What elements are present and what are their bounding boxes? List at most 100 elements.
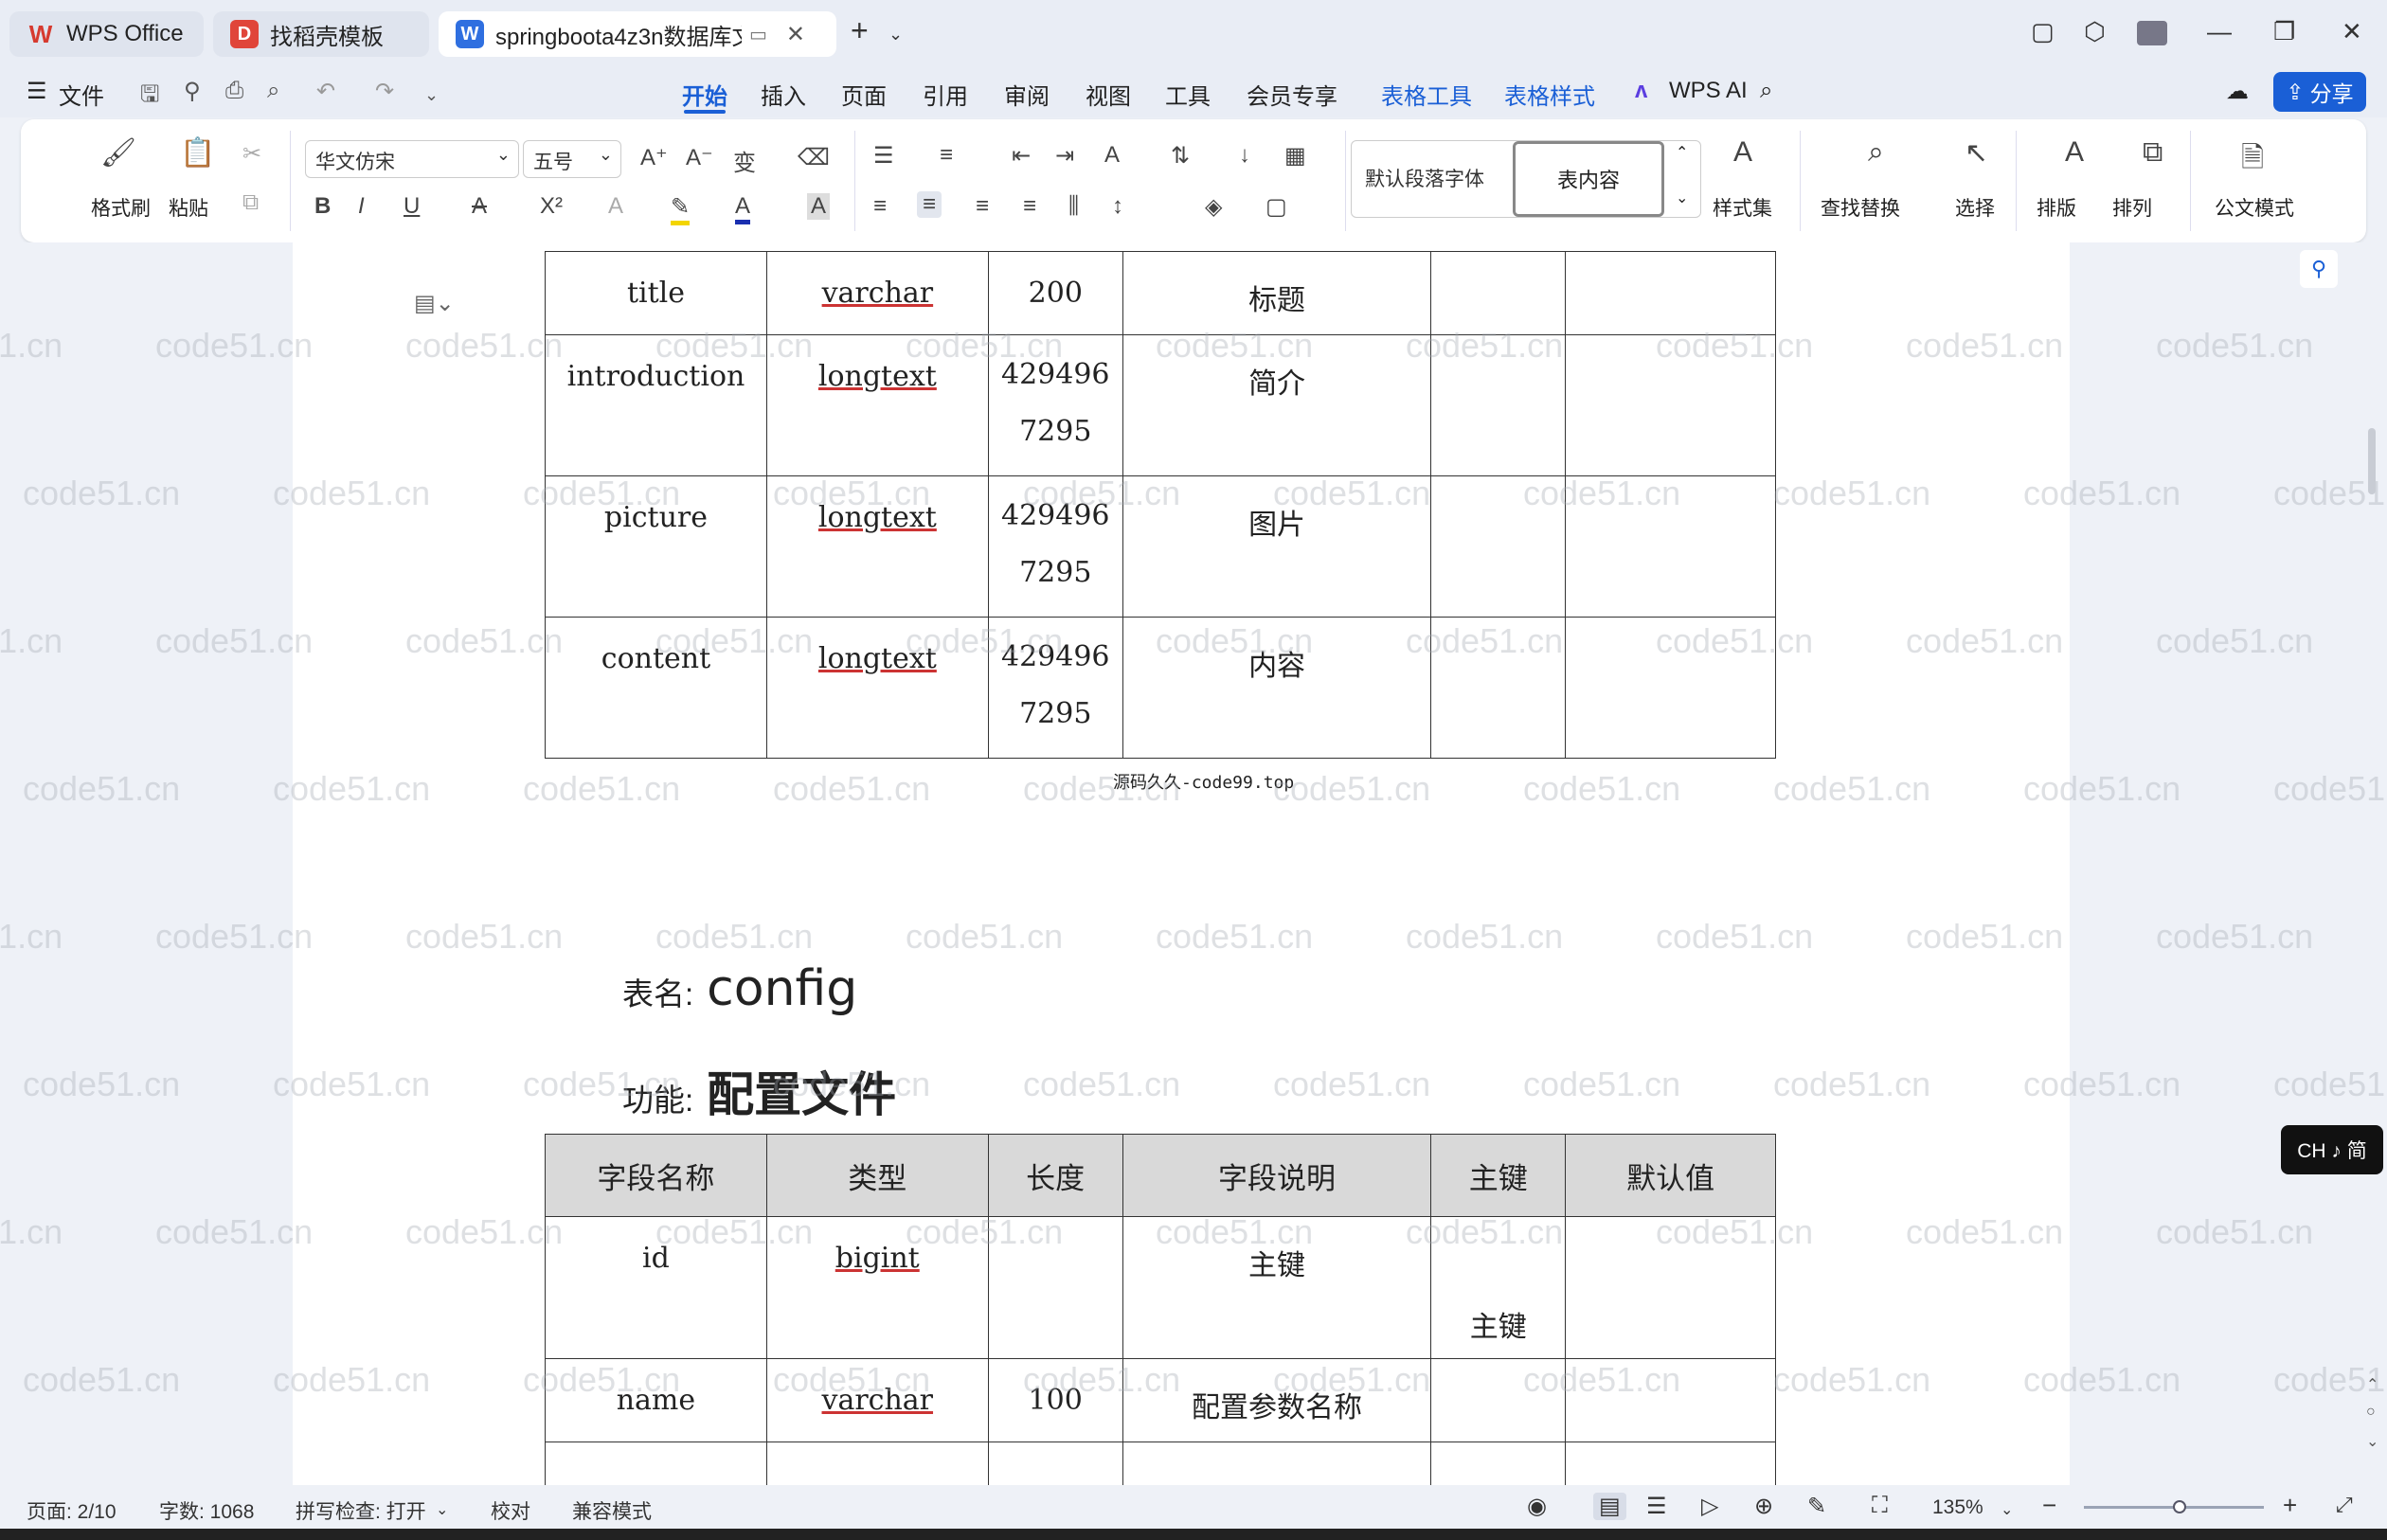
chevron-down-icon[interactable]: ⌄: [2001, 1500, 2013, 1519]
line-spacing-icon[interactable]: ↕: [1112, 193, 1123, 220]
maximize-icon[interactable]: ❐: [2273, 17, 2295, 46]
proofread-button[interactable]: 校对: [491, 1496, 530, 1525]
justify-icon[interactable]: ≡: [1023, 193, 1036, 220]
select-label[interactable]: 选择: [1955, 193, 1995, 222]
window-layout-icon[interactable]: ▢: [2031, 17, 2055, 46]
distribute-icon[interactable]: ⫼: [1068, 193, 1079, 220]
cell-default[interactable]: [1565, 617, 1776, 759]
cell-pk[interactable]: [1430, 251, 1567, 335]
superscript-icon[interactable]: X²: [540, 193, 563, 220]
cell-default[interactable]: [1565, 1216, 1776, 1359]
sort-az-icon[interactable]: ↓: [1239, 142, 1250, 169]
minimize-icon[interactable]: —: [2207, 17, 2232, 46]
menu-file[interactable]: 文件: [59, 78, 104, 111]
cell-length[interactable]: [987, 1216, 1123, 1359]
official-mode-label[interactable]: 公文模式: [2215, 193, 2294, 222]
vertical-scrollbar[interactable]: [2368, 428, 2376, 494]
cell-default[interactable]: [1565, 1358, 1776, 1442]
cell-type[interactable]: varchar: [765, 251, 989, 335]
tab-document[interactable]: W springboota4z3n数据库文档 ▭ ✕: [439, 11, 836, 57]
page-indicator[interactable]: 页面: 2/10: [27, 1496, 117, 1525]
align-right-icon[interactable]: ≡: [976, 193, 989, 220]
spell-check-toggle[interactable]: 拼写检查: 打开: [296, 1496, 426, 1525]
search-icon[interactable]: ⌕: [1760, 78, 1772, 104]
char-shading-icon[interactable]: A: [807, 193, 831, 220]
increase-indent-icon[interactable]: ⇥: [1055, 142, 1074, 170]
fill-icon[interactable]: ◈: [1205, 193, 1222, 221]
layout-icon[interactable]: A: [2065, 136, 2084, 169]
web-view-icon[interactable]: ⊕: [1754, 1493, 1773, 1520]
strikethrough-icon[interactable]: A: [472, 193, 487, 220]
chevron-up-icon[interactable]: ⌃: [1676, 143, 1688, 162]
eye-icon[interactable]: ◉: [1527, 1493, 1547, 1520]
cell-desc[interactable]: 标题: [1122, 251, 1432, 335]
cell-length[interactable]: 429496 7295: [987, 617, 1123, 759]
cell-pk[interactable]: [1430, 334, 1567, 476]
copy-icon[interactable]: ⧉: [242, 189, 259, 216]
align-left-icon[interactable]: ≡: [873, 193, 887, 220]
menu-table-style[interactable]: 表格样式: [1504, 78, 1595, 111]
paste-label[interactable]: 粘贴: [169, 193, 208, 222]
tab-docer[interactable]: D 找稻壳模板: [213, 11, 429, 57]
text-effect-icon[interactable]: A: [608, 193, 623, 220]
bullet-list-icon[interactable]: ☰: [873, 142, 894, 170]
zoom-in-icon[interactable]: +: [2283, 1491, 2297, 1520]
align-center-icon[interactable]: ≡: [917, 191, 942, 218]
chevron-down-icon[interactable]: ⌄: [888, 25, 903, 45]
print-preview-icon[interactable]: ⌕: [267, 78, 279, 104]
border-icon[interactable]: ▢: [1265, 193, 1287, 221]
avatar[interactable]: [2137, 21, 2167, 45]
table-handle-icon[interactable]: ▤⌄: [414, 290, 455, 317]
cell-desc[interactable]: 配置参数名称: [1122, 1358, 1432, 1442]
style-set-label[interactable]: 样式集: [1713, 193, 1772, 222]
document-area[interactable]: ▤⌄ title varchar 200 标题 introduction lon…: [0, 242, 2387, 1485]
print-icon[interactable]: ⎙: [225, 78, 243, 104]
menu-review[interactable]: 审阅: [1004, 78, 1050, 111]
cube-icon[interactable]: ⬡: [2084, 17, 2106, 46]
underline-icon[interactable]: U: [404, 193, 420, 220]
cell-field[interactable]: title: [545, 251, 767, 335]
cell-default[interactable]: [1565, 251, 1776, 335]
find-icon[interactable]: ⌕: [1868, 136, 1884, 169]
official-doc-icon[interactable]: 🗎: [2241, 136, 2264, 185]
cell-type[interactable]: bigint: [765, 1216, 989, 1359]
cell-pk[interactable]: [1430, 475, 1567, 618]
menu-member[interactable]: 会员专享: [1247, 78, 1337, 111]
arrange-icon[interactable]: ⧉: [2143, 136, 2163, 169]
highlight-icon[interactable]: ✎: [671, 193, 691, 225]
cell-desc[interactable]: 主键: [1122, 1216, 1432, 1359]
close-window-icon[interactable]: ✕: [2342, 17, 2362, 46]
phonetic-guide-icon[interactable]: 变: [733, 144, 756, 177]
next-page-icon[interactable]: ⌄: [2366, 1432, 2378, 1451]
cell-field[interactable]: content: [545, 617, 767, 759]
chevron-down-icon[interactable]: ⌄: [436, 1500, 448, 1519]
play-icon[interactable]: ▷: [1701, 1493, 1718, 1520]
cell-type[interactable]: longtext: [765, 475, 989, 618]
document-page[interactable]: ▤⌄ title varchar 200 标题 introduction lon…: [293, 242, 2070, 1485]
cell-default[interactable]: [1565, 475, 1776, 618]
menu-tools[interactable]: 工具: [1165, 78, 1211, 111]
cell-length[interactable]: 429496 7295: [987, 334, 1123, 476]
cell-field[interactable]: id: [545, 1216, 767, 1359]
style-set-icon[interactable]: A: [1733, 136, 1752, 169]
cell-default[interactable]: [1565, 334, 1776, 476]
cell-length[interactable]: 100: [987, 1358, 1123, 1442]
cell-type[interactable]: longtext: [765, 334, 989, 476]
bold-icon[interactable]: B: [314, 193, 331, 220]
undo-icon[interactable]: ↶: [316, 78, 335, 105]
font-size-select[interactable]: 五号 ⌄: [523, 140, 621, 178]
cell-field[interactable]: introduction: [545, 334, 767, 476]
menu-view[interactable]: 视图: [1086, 78, 1131, 111]
menu-insert[interactable]: 插入: [761, 78, 806, 111]
fit-page-icon[interactable]: ⛶: [1872, 1493, 1888, 1519]
cloud-upload-icon[interactable]: ☁: [2226, 78, 2249, 105]
menu-reference[interactable]: 引用: [923, 78, 968, 111]
format-painter-label[interactable]: 格式刷: [91, 193, 151, 222]
cell-pk[interactable]: [1430, 617, 1567, 759]
cell-pk[interactable]: [1430, 1358, 1567, 1442]
prev-page-icon[interactable]: ⌃: [2366, 1375, 2378, 1394]
layout-label[interactable]: 排版: [2037, 193, 2076, 222]
close-tab-icon[interactable]: ✕: [786, 21, 805, 48]
save-icon[interactable]: 🖫: [140, 78, 159, 116]
cell-type[interactable]: longtext: [765, 617, 989, 759]
